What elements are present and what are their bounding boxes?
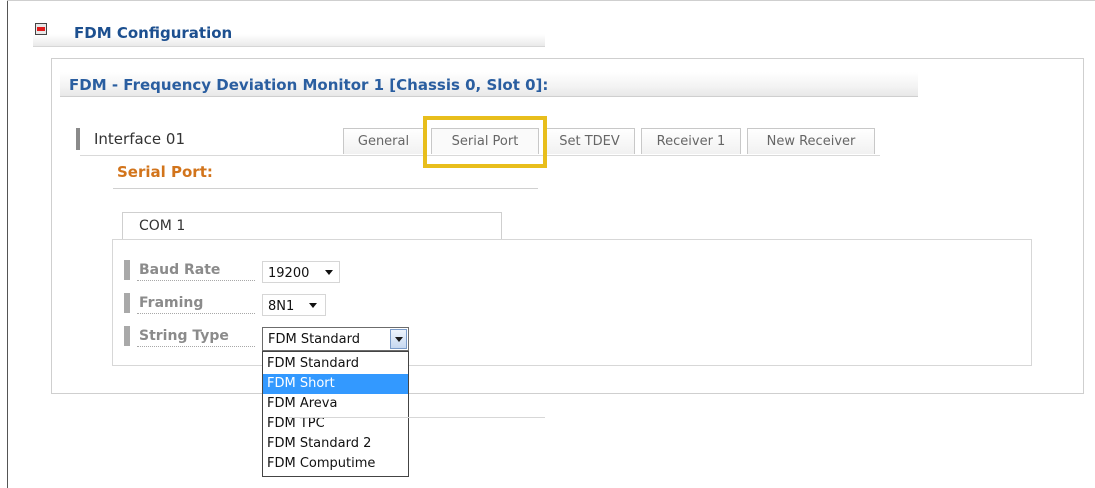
string-type-select[interactable]: FDM Standard	[262, 327, 409, 351]
dropdown-option-highlighted[interactable]: FDM Short	[263, 374, 408, 394]
string-type-underline	[137, 346, 255, 347]
tab-general[interactable]: General	[343, 128, 424, 154]
panel-title: FDM - Frequency Deviation Monitor 1 [Cha…	[69, 76, 549, 94]
framing-underline	[137, 313, 255, 314]
section-title: FDM Configuration	[74, 24, 233, 42]
frame-top-border	[7, 0, 1095, 1]
dropdown-arrow-icon[interactable]	[390, 329, 407, 349]
framing-select[interactable]: 8N1	[262, 294, 326, 316]
frame-left-border	[7, 0, 8, 488]
tab-set-tdev[interactable]: Set TDEV	[544, 128, 635, 154]
tab-receiver-1[interactable]: Receiver 1	[641, 128, 741, 154]
tab-new-receiver[interactable]: New Receiver	[747, 128, 875, 154]
dropdown-option[interactable]: FDM Areva	[263, 394, 408, 414]
tab-highlight-box	[423, 116, 547, 168]
framing-marker	[124, 293, 130, 313]
string-type-label: String Type	[139, 328, 229, 344]
dropdown-option[interactable]: FDM Computime	[263, 454, 408, 474]
baud-rate-underline	[137, 280, 255, 281]
panel-title-bar: FDM - Frequency Deviation Monitor 1 [Cha…	[60, 72, 918, 97]
string-type-value: FDM Standard	[268, 332, 360, 347]
dropdown-option[interactable]: FDM Standard 2	[263, 434, 408, 454]
collapse-minus-icon[interactable]	[35, 23, 47, 35]
bottom-divider	[289, 417, 545, 418]
baud-rate-select[interactable]: 19200	[262, 261, 340, 283]
framing-label: Framing	[139, 295, 204, 311]
string-type-dropdown: FDM Standard FDM Short FDM Areva FDM TPC…	[262, 351, 409, 477]
dropdown-option[interactable]: FDM Standard	[263, 354, 408, 374]
baud-rate-label: Baud Rate	[139, 262, 221, 278]
baud-rate-value: 19200	[268, 266, 310, 281]
baud-rate-marker	[124, 260, 130, 280]
interface-marker	[76, 128, 80, 150]
com-label: COM 1	[139, 218, 186, 234]
framing-value: 8N1	[268, 299, 295, 314]
serial-port-title: Serial Port:	[117, 163, 213, 181]
interface-label: Interface 01	[94, 130, 186, 148]
serial-port-divider	[113, 188, 538, 189]
string-type-marker	[124, 326, 130, 346]
com-tab[interactable]: COM 1	[122, 212, 502, 239]
chevron-down-icon	[325, 270, 333, 275]
section-header: FDM Configuration	[33, 20, 545, 47]
chevron-down-icon	[309, 303, 317, 308]
